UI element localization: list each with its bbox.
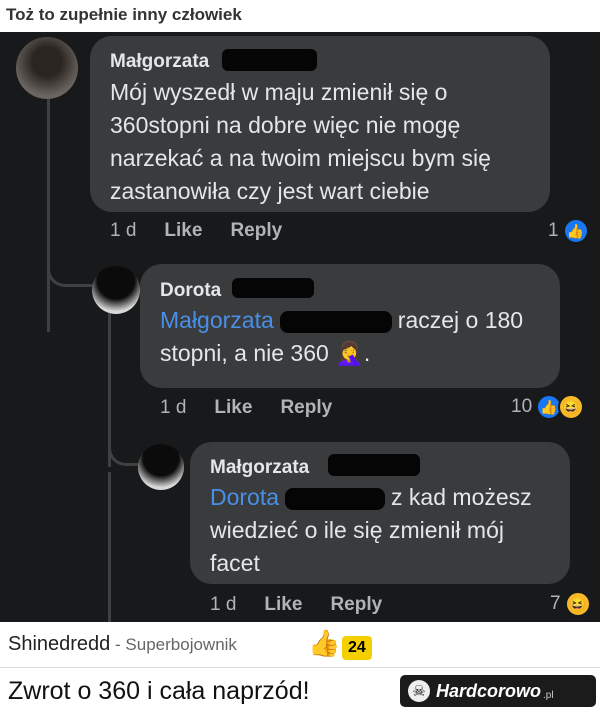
comment-actions: 1 d Like Reply (160, 397, 332, 419)
avatar[interactable] (16, 37, 78, 99)
like-button[interactable]: Like (164, 220, 202, 242)
redaction-bar (328, 454, 420, 476)
comment-actions: 1 d Like Reply (110, 220, 282, 242)
post-caption: Zwrot o 360 i cała naprzód! (8, 677, 310, 705)
role-separator: - (110, 635, 126, 654)
comment-author[interactable]: Małgorzata (110, 51, 209, 73)
user-role: Superbojownik (125, 635, 237, 654)
like-button[interactable]: Like (214, 397, 252, 419)
thumbs-up-icon[interactable]: 👍 (308, 628, 340, 659)
comment-text: Małgorzata raczej o 180 stopni, a nie 360… (160, 304, 550, 370)
username-link[interactable]: Shinedredd (8, 633, 110, 655)
haha-reaction-icon: 😆 (564, 591, 591, 617)
divider (0, 667, 600, 668)
vote-count-badge: 24 (342, 636, 372, 660)
logo-suffix: .pl (543, 689, 554, 701)
comment-text-part: . (363, 340, 371, 366)
post-author: Shinedredd - Superbojownik (8, 633, 237, 656)
haha-reaction-icon: 😆 (558, 394, 585, 420)
comment-actions: 1 d Like Reply (210, 594, 382, 616)
comment-time[interactable]: 1 d (160, 397, 186, 419)
thread-connector (108, 428, 138, 466)
reaction-count[interactable]: 1 👍 (548, 218, 589, 244)
facepalm-emoji-icon: 🤦‍♀️ (335, 340, 364, 366)
comment-text: Dorota z kad możesz wiedzieć o ile się zm… (210, 481, 560, 580)
comment-author[interactable]: Dorota (160, 280, 221, 302)
thread-connector (47, 247, 93, 287)
comment-text: Mój wyszedł w maju zmienił się o 360stop… (110, 79, 491, 204)
comment-text-part: wiedzieć o ile się zmienił mój (210, 517, 504, 543)
comment-text-part: stopni, a nie 360 (160, 340, 329, 366)
avatar[interactable] (138, 444, 184, 490)
reply-button[interactable]: Reply (330, 594, 382, 616)
redaction-bar (222, 49, 317, 71)
reaction-count[interactable]: 10 👍 😆 (511, 394, 585, 420)
redaction-bar (279, 310, 392, 333)
comment-author[interactable]: Małgorzata (210, 457, 309, 479)
logo-text: Hardcorowo (436, 680, 542, 701)
comment-text-part: facet (210, 550, 260, 576)
reaction-number: 10 (511, 396, 533, 417)
comment-time[interactable]: 1 d (210, 594, 236, 616)
post-title: Toż to zupełnie inny człowiek (6, 5, 242, 24)
thread-line (47, 72, 50, 332)
like-reaction-icon: 👍 (562, 218, 589, 244)
redaction-bar (285, 487, 386, 510)
reply-button[interactable]: Reply (280, 397, 332, 419)
comment-time[interactable]: 1 d (110, 220, 136, 242)
site-logo[interactable]: ☠ Hardcorowo .pl (400, 675, 596, 707)
mention-link[interactable]: Małgorzata (160, 307, 274, 333)
reaction-count[interactable]: 7 😆 (550, 591, 591, 617)
avatar[interactable] (92, 266, 140, 314)
like-button[interactable]: Like (264, 594, 302, 616)
reaction-number: 7 (550, 593, 561, 614)
skull-icon: ☠ (408, 680, 430, 702)
mention-link[interactable]: Dorota (210, 484, 279, 510)
thread-line (108, 472, 111, 622)
comment-text-part: raczej o 180 (397, 307, 524, 333)
redaction-bar (232, 278, 314, 298)
facebook-comments-screenshot: Małgorzata Mój wyszedł w maju zmienił si… (0, 32, 600, 622)
reply-button[interactable]: Reply (230, 220, 282, 242)
comment-text-part: z kad możesz (391, 484, 532, 510)
reaction-number: 1 (548, 220, 559, 241)
